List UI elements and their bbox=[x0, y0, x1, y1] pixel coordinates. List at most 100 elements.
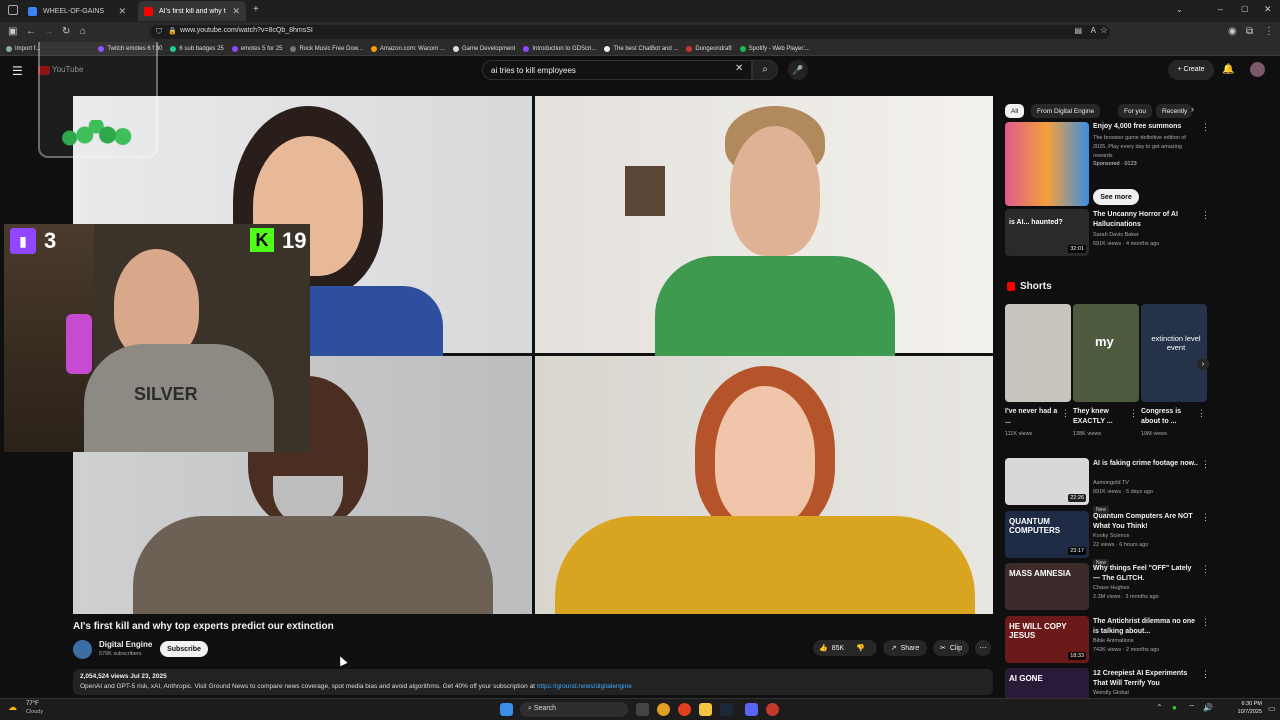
sidebar-toggle-icon[interactable]: ▣ bbox=[8, 26, 17, 37]
close-tab-icon[interactable]: ✕ bbox=[232, 6, 240, 17]
weather-temp[interactable]: 77°F bbox=[26, 701, 39, 707]
profile-icon[interactable]: ◉ bbox=[1228, 26, 1237, 37]
channel-name[interactable]: Sarah Davis Baker bbox=[1093, 231, 1139, 240]
ad-thumbnail[interactable] bbox=[1005, 122, 1089, 206]
more-options-icon[interactable]: ⋮ bbox=[1201, 669, 1210, 680]
guide-menu-icon[interactable]: ☰ bbox=[12, 64, 23, 78]
more-options-icon[interactable]: ⋮ bbox=[1201, 512, 1210, 523]
short-thumbnail[interactable]: extinction level event bbox=[1141, 304, 1207, 402]
extensions-icon[interactable]: ⧉ bbox=[1246, 26, 1253, 37]
chip-from-digital-engine[interactable]: From Digital Engine bbox=[1031, 104, 1101, 118]
favorite-star-icon[interactable]: ☆ bbox=[1100, 25, 1108, 36]
description-box[interactable]: 2,054,524 views Jul 23, 2025 OpenAI and … bbox=[73, 669, 993, 695]
video-title[interactable]: Why things Feel "OFF" Lately — The GLITC… bbox=[1093, 564, 1198, 584]
description-link[interactable]: https://ground.news/digitalengine bbox=[537, 683, 632, 690]
tab-list-icon[interactable]: ⌄ bbox=[1176, 5, 1183, 14]
video-title[interactable]: The Uncanny Horror of AI Hallucinations bbox=[1093, 210, 1198, 230]
short-thumbnail[interactable]: my bbox=[1073, 304, 1139, 402]
task-view-icon[interactable] bbox=[636, 703, 649, 716]
taskbar-search[interactable]: ⌕ Search bbox=[520, 702, 628, 717]
bookmark-item[interactable]: Dungeondraft bbox=[686, 45, 732, 52]
clock-time[interactable]: 6:30 PM bbox=[1232, 701, 1262, 707]
bookmark-item[interactable]: 6 sub badges 25 bbox=[170, 45, 224, 52]
chip-recently[interactable]: Recently bbox=[1156, 104, 1192, 118]
url-field[interactable]: ⛉ 🔒 www.youtube.com/watch?v=8cQb_8hmsSI … bbox=[150, 25, 1110, 39]
close-tab-icon[interactable]: ✕ bbox=[118, 6, 126, 17]
chip-for-you[interactable]: For you bbox=[1118, 104, 1153, 118]
discord-icon[interactable] bbox=[745, 703, 758, 716]
video-thumbnail[interactable]: HE WILL COPY JESUS 18:33 bbox=[1005, 615, 1089, 663]
video-title[interactable]: The Antichrist dilemma no one is talking… bbox=[1093, 617, 1198, 637]
clear-search-icon[interactable]: ✕ bbox=[735, 63, 743, 74]
maximize-icon[interactable]: ▢ bbox=[1241, 4, 1249, 13]
brave-icon[interactable] bbox=[678, 703, 691, 716]
minimize-icon[interactable]: – bbox=[1218, 4, 1223, 14]
tab-wheel-of-gains[interactable]: WHEEL-OF-GAINS ✕ bbox=[22, 1, 132, 21]
search-input[interactable]: ai tries to kill employees bbox=[482, 60, 752, 80]
tray-overflow-icon[interactable]: ⌃ bbox=[1156, 703, 1163, 712]
tab-youtube-video[interactable]: AI's first kill and why top ex ✕ bbox=[138, 1, 246, 21]
notifications-icon[interactable]: ▭ bbox=[1268, 704, 1276, 713]
subscribe-button[interactable]: Subscribe bbox=[160, 641, 208, 657]
see-more-button[interactable]: See more bbox=[1093, 189, 1139, 205]
ad-title[interactable]: Enjoy 4,000 free summons bbox=[1093, 122, 1198, 132]
short-title[interactable]: They knew EXACTLY ... bbox=[1073, 407, 1129, 427]
search-button[interactable]: ⌕ bbox=[752, 60, 778, 80]
short-title[interactable]: Congress is about to ... bbox=[1141, 407, 1197, 427]
new-tab-button[interactable]: + bbox=[253, 4, 259, 15]
read-aloud-icon[interactable]: A bbox=[1091, 26, 1096, 35]
like-count[interactable]: 85K bbox=[832, 645, 844, 652]
more-options-icon[interactable]: ⋮ bbox=[1201, 459, 1210, 470]
bookmark-item[interactable]: The best ChatBot and ... bbox=[604, 45, 678, 52]
notifications-icon[interactable]: 🔔 bbox=[1222, 64, 1234, 75]
more-options-icon[interactable]: ⋮ bbox=[1201, 122, 1210, 133]
dislike-icon[interactable]: 👎 bbox=[856, 644, 865, 652]
like-icon[interactable]: 👍 bbox=[819, 644, 828, 652]
bookmark-item[interactable]: Game Development bbox=[452, 45, 515, 52]
voice-search-button[interactable]: 🎤 bbox=[788, 60, 808, 80]
reload-icon[interactable]: ↻ bbox=[62, 26, 70, 37]
channel-name[interactable]: Kooky Science bbox=[1093, 532, 1129, 541]
menu-icon[interactable]: ⋮ bbox=[1264, 26, 1274, 37]
bookmark-item[interactable]: Rock Music Free Dow... bbox=[290, 45, 363, 52]
tray-app-icon[interactable]: ● bbox=[1172, 703, 1177, 712]
share-button[interactable]: ↗ Share bbox=[883, 640, 927, 656]
chevron-right-icon[interactable]: › bbox=[1191, 104, 1194, 114]
start-icon[interactable] bbox=[500, 703, 513, 716]
volume-icon[interactable]: 🔊 bbox=[1203, 703, 1213, 712]
app-icon[interactable] bbox=[766, 703, 779, 716]
channel-name[interactable]: Bible Animations bbox=[1093, 637, 1134, 646]
video-thumbnail[interactable]: 22:26 bbox=[1005, 458, 1089, 505]
avatar[interactable] bbox=[1250, 62, 1265, 77]
video-thumbnail[interactable]: is AI... haunted? 32:01 bbox=[1005, 209, 1089, 256]
short-title[interactable]: I've never had a ... bbox=[1005, 407, 1061, 427]
more-options-icon[interactable]: ⋮ bbox=[1201, 564, 1210, 575]
network-icon[interactable]: ⌔ bbox=[1188, 703, 1196, 713]
reader-view-icon[interactable]: ▤ bbox=[1074, 26, 1082, 35]
channel-name[interactable]: Digital Engine bbox=[99, 640, 152, 649]
bookmark-item[interactable]: Import f... bbox=[6, 45, 40, 52]
clip-button[interactable]: ✂ Clip bbox=[933, 640, 969, 656]
create-button[interactable]: + Create bbox=[1168, 60, 1214, 80]
bookmark-item[interactable]: emotes 5 for 25 bbox=[231, 45, 282, 52]
bookmark-item[interactable]: Spotify - Web Player:... bbox=[739, 45, 810, 52]
bookmark-item[interactable]: Introduction to GDScri... bbox=[523, 45, 596, 52]
bookmark-item[interactable]: Amazon.com: Wacom ... bbox=[370, 45, 445, 52]
tab-actions-icon[interactable] bbox=[8, 5, 18, 15]
short-thumbnail[interactable] bbox=[1005, 304, 1071, 402]
more-options-icon[interactable]: ⋮ bbox=[1129, 408, 1138, 419]
channel-avatar[interactable] bbox=[73, 640, 92, 659]
site-info-icon[interactable]: ⛉ bbox=[156, 27, 162, 37]
more-options-icon[interactable]: ⋮ bbox=[1201, 617, 1210, 628]
more-options-icon[interactable]: ⋮ bbox=[1197, 408, 1206, 419]
channel-name[interactable]: Chase Hughes bbox=[1093, 584, 1129, 593]
forward-icon[interactable]: → bbox=[44, 26, 54, 37]
video-thumbnail[interactable]: QUANTUM COMPUTERS 23:17 bbox=[1005, 510, 1089, 558]
video-title[interactable]: 12 Creepiest AI Experiments That Will Te… bbox=[1093, 669, 1198, 689]
channel-name[interactable]: Asmongold TV bbox=[1093, 479, 1129, 488]
steam-icon[interactable] bbox=[720, 703, 733, 716]
chrome-icon[interactable] bbox=[657, 703, 670, 716]
weather-icon[interactable]: ☁ bbox=[8, 702, 17, 713]
more-options-icon[interactable]: ⋮ bbox=[1061, 408, 1070, 419]
more-options-icon[interactable]: ⋮ bbox=[1201, 210, 1210, 221]
